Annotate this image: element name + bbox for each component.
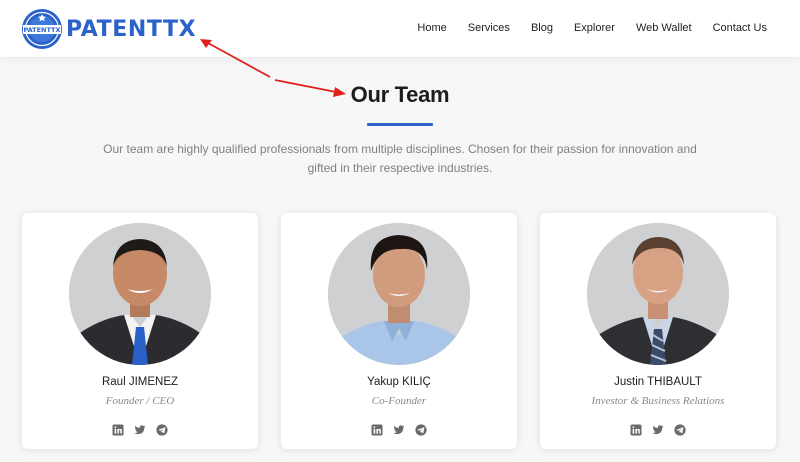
twitter-icon[interactable] xyxy=(393,424,405,436)
member-name: Yakup KILIÇ xyxy=(367,376,431,388)
member-role: Investor & Business Relations xyxy=(591,395,725,407)
team-card: Raul JIMENEZ Founder / CEO xyxy=(22,213,258,449)
linkedin-icon[interactable] xyxy=(371,424,383,436)
member-role: Founder / CEO xyxy=(105,395,175,407)
nav-services[interactable]: Services xyxy=(468,20,510,36)
team-card: Yakup KILIÇ Co-Founder xyxy=(281,213,517,449)
member-name: Justin THIBAULT xyxy=(614,376,702,388)
twitter-icon[interactable] xyxy=(134,424,146,436)
telegram-icon[interactable] xyxy=(156,424,168,436)
site-header: PATENTTX PATENTTX Home Services Blog Exp… xyxy=(0,0,800,57)
nav-explorer[interactable]: Explorer xyxy=(574,20,615,36)
social-links xyxy=(540,424,776,436)
twitter-icon[interactable] xyxy=(652,424,664,436)
member-photo xyxy=(328,223,470,365)
section-description: Our team are highly qualified profession… xyxy=(103,142,697,175)
svg-text:PATENTTX: PATENTTX xyxy=(23,26,60,34)
telegram-icon[interactable] xyxy=(674,424,686,436)
logo-badge-icon: PATENTTX xyxy=(22,9,62,49)
telegram-icon[interactable] xyxy=(415,424,427,436)
logo-text: PATENTTX xyxy=(66,16,197,42)
social-links xyxy=(281,424,517,436)
main-nav: Home Services Blog Explorer Web Wallet C… xyxy=(417,20,767,36)
member-role: Co-Founder xyxy=(371,395,427,407)
nav-contact-us[interactable]: Contact Us xyxy=(713,20,767,36)
title-underline xyxy=(367,123,433,126)
nav-web-wallet[interactable]: Web Wallet xyxy=(636,20,692,36)
section-title: Our Team xyxy=(350,82,450,107)
team-card: Justin THIBAULT Investor & Business Rela… xyxy=(540,213,776,449)
member-photo xyxy=(587,223,729,365)
logo-link[interactable]: PATENTTX PATENTTX xyxy=(21,8,196,50)
nav-blog[interactable]: Blog xyxy=(531,20,553,36)
nav-home[interactable]: Home xyxy=(417,20,446,36)
member-name: Raul JIMENEZ xyxy=(101,376,179,388)
member-photo xyxy=(69,223,211,365)
linkedin-icon[interactable] xyxy=(630,424,642,436)
social-links xyxy=(22,424,258,436)
linkedin-icon[interactable] xyxy=(112,424,124,436)
